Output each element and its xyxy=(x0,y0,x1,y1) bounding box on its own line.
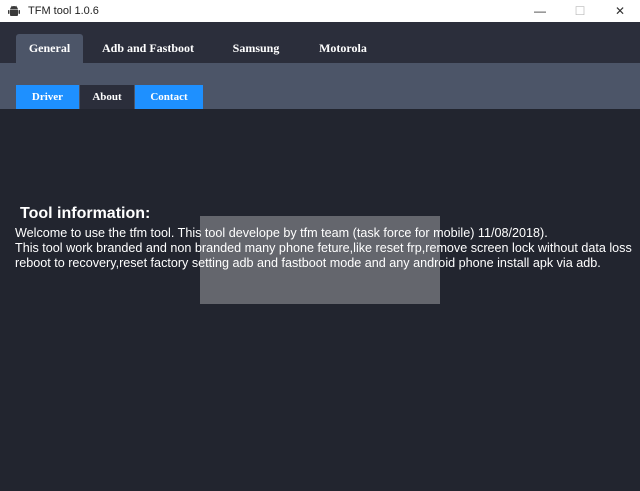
tab-contact[interactable]: Contact xyxy=(135,85,203,109)
title-bar: TFM tool 1.0.6 — ☐ ✕ xyxy=(0,0,640,23)
window-title: TFM tool 1.0.6 xyxy=(28,5,99,17)
watermark-overlay xyxy=(200,216,440,304)
maximize-button[interactable]: ☐ xyxy=(560,0,600,22)
main-tab-bar: General Adb and Fastboot Samsung Motorol… xyxy=(0,22,640,63)
tool-info-heading: Tool information: xyxy=(20,205,151,222)
about-panel: Tool information: Welcome to use the tfm… xyxy=(0,109,640,491)
tab-driver[interactable]: Driver xyxy=(16,85,79,109)
tab-adb-and-fastboot[interactable]: Adb and Fastboot xyxy=(93,34,203,63)
tab-motorola[interactable]: Motorola xyxy=(304,34,382,63)
tab-samsung[interactable]: Samsung xyxy=(217,34,295,63)
tab-general[interactable]: General xyxy=(16,34,83,63)
tab-about[interactable]: About xyxy=(80,85,134,109)
close-button[interactable]: ✕ xyxy=(600,0,640,22)
android-icon xyxy=(6,3,22,19)
window-controls: — ☐ ✕ xyxy=(520,0,640,22)
sub-tab-bar: Driver About Contact xyxy=(0,63,640,109)
minimize-button[interactable]: — xyxy=(520,0,560,22)
